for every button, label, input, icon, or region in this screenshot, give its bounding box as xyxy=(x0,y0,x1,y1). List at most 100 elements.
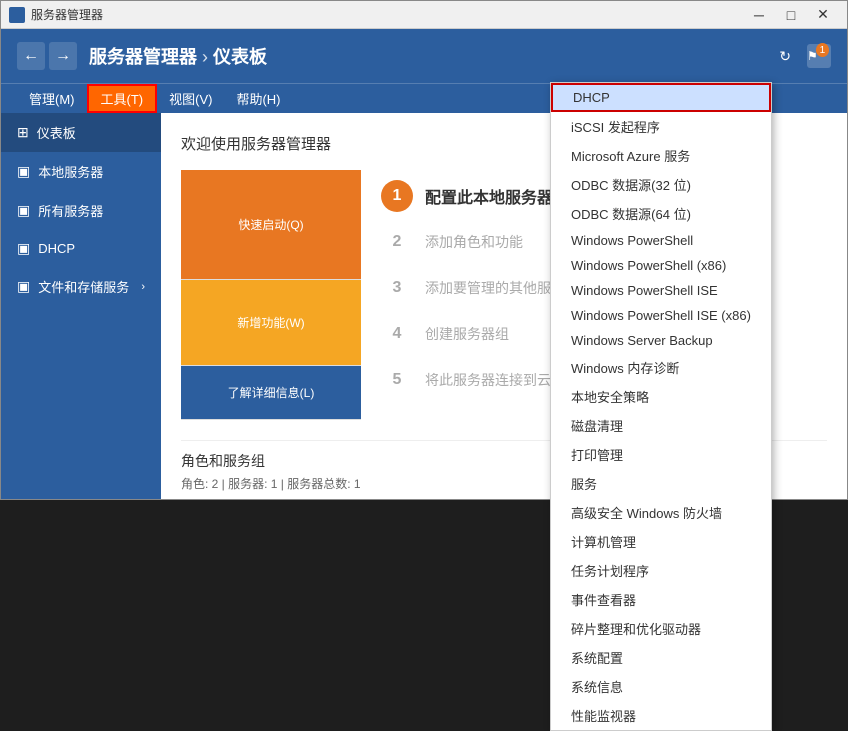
sidebar-item-file-services-label: 文件和存储服务 xyxy=(38,277,129,296)
iscsi-menu-label: iSCSI 发起程序 xyxy=(571,120,660,135)
sidebar-item-dashboard[interactable]: ⊞ 仪表板 xyxy=(1,113,161,152)
firewall-menu-label: 高级安全 Windows 防火墙 xyxy=(571,506,722,521)
dropdown-item-memory-diag[interactable]: Windows 内存诊断 xyxy=(551,353,771,382)
dropdown-item-iscsi[interactable]: iSCSI 发起程序 xyxy=(551,112,771,141)
dropdown-item-print-mgmt[interactable]: 打印管理 xyxy=(551,440,771,469)
refresh-button[interactable]: ↻ xyxy=(779,48,791,65)
dropdown-item-odbc32[interactable]: ODBC 数据源(32 位) xyxy=(551,170,771,199)
dropdown-item-powershell-ise[interactable]: Windows PowerShell ISE xyxy=(551,278,771,303)
odbc32-menu-label: ODBC 数据源(32 位) xyxy=(571,178,691,193)
more-info-section[interactable]: 了解详细信息(L) xyxy=(181,366,361,420)
computer-mgmt-menu-label: 计算机管理 xyxy=(571,535,636,550)
step-1-label: 配置此本地服务器 xyxy=(425,184,553,208)
new-features-label: 新增功能(W) xyxy=(237,314,304,331)
dropdown-item-powershell[interactable]: Windows PowerShell xyxy=(551,228,771,253)
step-1-num: 1 xyxy=(381,180,413,212)
view-menu[interactable]: 视图(V) xyxy=(157,84,224,113)
defrag-menu-label: 碎片整理和优化驱动器 xyxy=(571,622,701,637)
toolbar-right: ↻ ⚑ 1 xyxy=(779,44,831,68)
dropdown-item-dhcp[interactable]: DHCP xyxy=(551,83,771,112)
dropdown-item-event-viewer[interactable]: 事件查看器 xyxy=(551,585,771,614)
app-icon xyxy=(9,7,25,23)
maximize-button[interactable]: □ xyxy=(775,1,807,29)
perf-monitor-menu-label: 性能监视器 xyxy=(571,709,636,724)
help-label: 帮助(H) xyxy=(236,89,280,108)
services-menu-label: 服务 xyxy=(571,477,597,492)
dhcp-icon: ▣ xyxy=(17,240,30,257)
powershell-ise-menu-label: Windows PowerShell ISE xyxy=(571,283,718,298)
powershell-menu-label: Windows PowerShell xyxy=(571,233,693,248)
dropdown-item-odbc64[interactable]: ODBC 数据源(64 位) xyxy=(551,199,771,228)
dropdown-item-services[interactable]: 服务 xyxy=(551,469,771,498)
dropdown-item-task-scheduler[interactable]: 任务计划程序 xyxy=(551,556,771,585)
sidebar-item-dashboard-label: 仪表板 xyxy=(37,123,76,142)
event-viewer-menu-label: 事件查看器 xyxy=(571,593,636,608)
powershell-x86-menu-label: Windows PowerShell (x86) xyxy=(571,258,726,273)
dropdown-item-defrag[interactable]: 碎片整理和优化驱动器 xyxy=(551,614,771,643)
sidebar-item-file-services[interactable]: ▣ 文件和存储服务 › xyxy=(1,267,161,306)
more-info-label: 了解详细信息(L) xyxy=(228,384,315,401)
all-servers-icon: ▣ xyxy=(17,202,30,219)
sidebar-item-local-server-label: 本地服务器 xyxy=(38,162,103,181)
dhcp-menu-label: DHCP xyxy=(573,90,610,105)
refresh-icon: ↻ xyxy=(779,48,791,65)
azure-menu-label: Microsoft Azure 服务 xyxy=(571,149,690,164)
dashboard-icon: ⊞ xyxy=(17,124,29,141)
tools-dropdown-menu: DHCP iSCSI 发起程序 Microsoft Azure 服务 ODBC … xyxy=(550,82,772,731)
step-5-num: 5 xyxy=(381,364,413,396)
tools-menu[interactable]: 工具(T) xyxy=(87,84,158,113)
forward-button[interactable]: → xyxy=(49,42,77,70)
dropdown-item-powershell-ise-x86[interactable]: Windows PowerShell ISE (x86) xyxy=(551,303,771,328)
sidebar: ⊞ 仪表板 ▣ 本地服务器 ▣ 所有服务器 ▣ DHCP ▣ 文件和存储服务 › xyxy=(1,113,161,499)
title-bar: 服务器管理器 ─ □ ✕ xyxy=(1,1,847,29)
manage-label: 管理(M) xyxy=(29,89,75,108)
back-button[interactable]: ← xyxy=(17,42,45,70)
breadcrumb-title: 服务器管理器 › 仪表板 xyxy=(89,43,767,69)
sys-info-menu-label: 系统信息 xyxy=(571,680,623,695)
dropdown-item-perf-monitor[interactable]: 性能监视器 xyxy=(551,701,771,730)
sidebar-item-dhcp[interactable]: ▣ DHCP xyxy=(1,230,161,267)
view-label: 视图(V) xyxy=(169,89,212,108)
local-server-icon: ▣ xyxy=(17,163,30,180)
new-features-section[interactable]: 新增功能(W) xyxy=(181,280,361,366)
dropdown-item-backup[interactable]: Windows Server Backup xyxy=(551,328,771,353)
dropdown-item-powershell-x86[interactable]: Windows PowerShell (x86) xyxy=(551,253,771,278)
dropdown-item-sys-config[interactable]: 系统配置 xyxy=(551,643,771,672)
quick-start-label: 快速启动(Q) xyxy=(238,216,303,233)
sidebar-item-all-servers-label: 所有服务器 xyxy=(38,201,103,220)
nav-buttons: ← → xyxy=(17,42,77,70)
dropdown-item-sys-info[interactable]: 系统信息 xyxy=(551,672,771,701)
powershell-ise-x86-menu-label: Windows PowerShell ISE (x86) xyxy=(571,308,751,323)
odbc64-menu-label: ODBC 数据源(64 位) xyxy=(571,207,691,222)
dropdown-item-disk-cleanup[interactable]: 磁盘清理 xyxy=(551,411,771,440)
help-menu[interactable]: 帮助(H) xyxy=(224,84,292,113)
tools-label: 工具(T) xyxy=(101,89,144,108)
sidebar-item-local-server[interactable]: ▣ 本地服务器 xyxy=(1,152,161,191)
backup-menu-label: Windows Server Backup xyxy=(571,333,713,348)
sidebar-item-dhcp-label: DHCP xyxy=(38,241,75,256)
step-2-label: 添加角色和功能 xyxy=(425,232,523,252)
minimize-button[interactable]: ─ xyxy=(743,1,775,29)
window-controls: ─ □ ✕ xyxy=(743,1,839,29)
close-button[interactable]: ✕ xyxy=(807,1,839,29)
file-services-icon: ▣ xyxy=(17,278,30,295)
dropdown-item-computer-mgmt[interactable]: 计算机管理 xyxy=(551,527,771,556)
notification-flag-container[interactable]: ⚑ 1 xyxy=(807,44,831,68)
quick-start-section[interactable]: 快速启动(Q) xyxy=(181,170,361,280)
file-services-arrow: › xyxy=(141,281,145,293)
breadcrumb-separator: › xyxy=(202,47,208,67)
sidebar-item-all-servers[interactable]: ▣ 所有服务器 xyxy=(1,191,161,230)
notification-badge: 1 xyxy=(816,43,829,57)
step-4-num: 4 xyxy=(381,318,413,350)
step-2-num: 2 xyxy=(381,226,413,258)
print-mgmt-menu-label: 打印管理 xyxy=(571,448,623,463)
sys-config-menu-label: 系统配置 xyxy=(571,651,623,666)
local-security-menu-label: 本地安全策略 xyxy=(571,390,649,405)
manage-menu[interactable]: 管理(M) xyxy=(17,84,87,113)
dropdown-item-local-security[interactable]: 本地安全策略 xyxy=(551,382,771,411)
memory-diag-menu-label: Windows 内存诊断 xyxy=(571,361,679,376)
dropdown-item-firewall[interactable]: 高级安全 Windows 防火墙 xyxy=(551,498,771,527)
task-scheduler-menu-label: 任务计划程序 xyxy=(571,564,649,579)
dropdown-item-azure[interactable]: Microsoft Azure 服务 xyxy=(551,141,771,170)
toolbar: ← → 服务器管理器 › 仪表板 ↻ ⚑ 1 xyxy=(1,29,847,83)
